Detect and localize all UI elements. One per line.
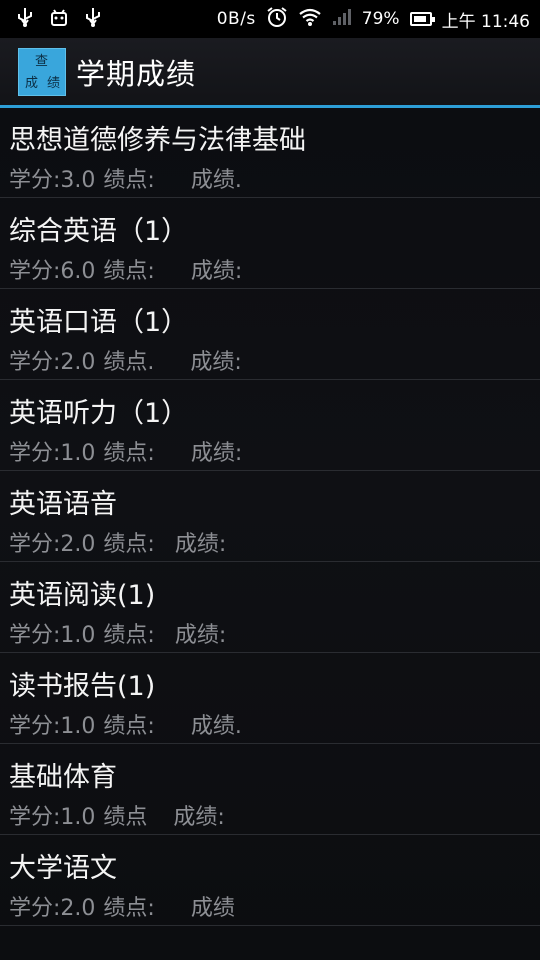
gpa-label: 绩点: xyxy=(103,623,155,648)
battery-percent: 79% xyxy=(361,9,400,29)
course-detail: 学分:1.0 绩点: 成绩: xyxy=(9,435,242,467)
course-detail: 学分:1.0 绩点: 成绩. xyxy=(9,708,242,740)
gpa-label: 绩点: xyxy=(103,441,155,466)
page-title: 学期成绩 xyxy=(76,57,197,91)
app-icon[interactable]: 查 成 绩 xyxy=(18,48,66,96)
list-item[interactable]: 英语听力（1） 学分:1.0 绩点: 成绩: xyxy=(0,381,540,471)
android-debug-icon xyxy=(48,7,70,31)
list-item[interactable]: 思想道德修养与法律基础 学分:3.0 绩点: 成绩. xyxy=(0,108,540,198)
score-label: 成绩. xyxy=(190,714,242,739)
clock: 上午 11:46 xyxy=(441,11,530,32)
course-detail: 学分:3.0 绩点: 成绩. xyxy=(9,162,242,194)
course-list: 思想道德修养与法律基础 学分:3.0 绩点: 成绩. 综合英语（1） 学分:6.0 绩… xyxy=(0,108,540,926)
gpa-label: 绩点. xyxy=(103,350,155,375)
score-label: 成绩: xyxy=(173,805,225,830)
score-label: 成绩: xyxy=(190,441,243,466)
battery-charging-icon xyxy=(409,12,435,26)
course-detail: 学分:2.0 绩点: 成绩: xyxy=(9,526,226,558)
notification-icons xyxy=(16,7,116,31)
course-detail: 学分:1.0 绩点 成绩: xyxy=(9,799,225,831)
course-detail: 学分:6.0 绩点: 成绩: xyxy=(9,253,242,285)
credit-label: 学分:1.0 xyxy=(9,714,96,739)
list-item[interactable]: 英语口语（1） 学分:2.0 绩点. 成绩: xyxy=(0,290,540,380)
credit-label: 学分:6.0 xyxy=(9,259,96,284)
list-item[interactable]: 基础体育 学分:1.0 绩点 成绩: xyxy=(0,745,540,835)
app-icon-char: 成 xyxy=(25,76,39,91)
list-item[interactable]: 综合英语（1） 学分:6.0 绩点: 成绩: xyxy=(0,199,540,289)
credit-label: 学分:2.0 xyxy=(9,532,96,557)
gpa-label: 绩点 xyxy=(103,805,148,830)
course-detail: 学分:2.0 绩点: 成绩 xyxy=(9,890,235,922)
gpa-label: 绩点: xyxy=(103,714,155,739)
score-label: 成绩. xyxy=(190,168,242,193)
course-name: 英语听力（1） xyxy=(9,398,189,429)
credit-label: 学分:1.0 xyxy=(9,805,96,830)
score-label: 成绩: xyxy=(174,623,227,648)
list-item[interactable]: 大学语文 学分:2.0 绩点: 成绩 xyxy=(0,836,540,926)
screen: 0B/s 79% 上午 11:46 查 成 绩 学期成绩 思想道德修养与法律基础 xyxy=(0,0,540,960)
wifi-icon xyxy=(298,7,322,31)
gpa-label: 绩点: xyxy=(103,168,155,193)
course-name: 英语语音 xyxy=(9,489,117,520)
gpa-label: 绩点: xyxy=(103,259,155,284)
course-name: 英语阅读(1) xyxy=(9,580,156,611)
score-label: 成绩: xyxy=(190,350,242,375)
course-detail: 学分:1.0 绩点: 成绩: xyxy=(9,617,226,649)
credit-label: 学分:2.0 xyxy=(9,350,96,375)
course-name: 英语口语（1） xyxy=(9,307,189,338)
course-name: 基础体育 xyxy=(9,762,117,793)
score-label: 成绩 xyxy=(190,896,235,921)
course-name: 思想道德修养与法律基础 xyxy=(9,125,306,156)
credit-label: 学分:1.0 xyxy=(9,441,96,466)
app-icon-char: 绩 xyxy=(47,76,61,91)
system-status: 0B/s 79% 上午 11:46 xyxy=(207,6,530,32)
credit-label: 学分:3.0 xyxy=(9,168,96,193)
signal-icon xyxy=(332,8,352,30)
net-speed: 0B/s xyxy=(216,9,256,29)
credit-label: 学分:1.0 xyxy=(9,623,96,648)
gpa-label: 绩点: xyxy=(103,896,155,921)
app-icon-char: 查 xyxy=(35,54,49,69)
action-bar: 查 成 绩 学期成绩 xyxy=(0,38,540,106)
list-item[interactable]: 读书报告(1) 学分:1.0 绩点: 成绩. xyxy=(0,654,540,744)
usb-icon xyxy=(16,7,34,31)
alarm-icon xyxy=(266,6,288,32)
list-item[interactable]: 英语阅读(1) 学分:1.0 绩点: 成绩: xyxy=(0,563,540,653)
status-bar: 0B/s 79% 上午 11:46 xyxy=(0,0,540,38)
gpa-label: 绩点: xyxy=(103,532,155,557)
score-label: 成绩: xyxy=(190,259,243,284)
course-detail: 学分:2.0 绩点. 成绩: xyxy=(9,344,242,376)
list-item[interactable]: 英语语音 学分:2.0 绩点: 成绩: xyxy=(0,472,540,562)
credit-label: 学分:2.0 xyxy=(9,896,96,921)
usb-icon xyxy=(84,7,102,31)
course-name: 大学语文 xyxy=(9,853,117,884)
course-name: 读书报告(1) xyxy=(9,671,156,702)
course-name: 综合英语（1） xyxy=(9,216,189,247)
score-label: 成绩: xyxy=(174,532,227,557)
